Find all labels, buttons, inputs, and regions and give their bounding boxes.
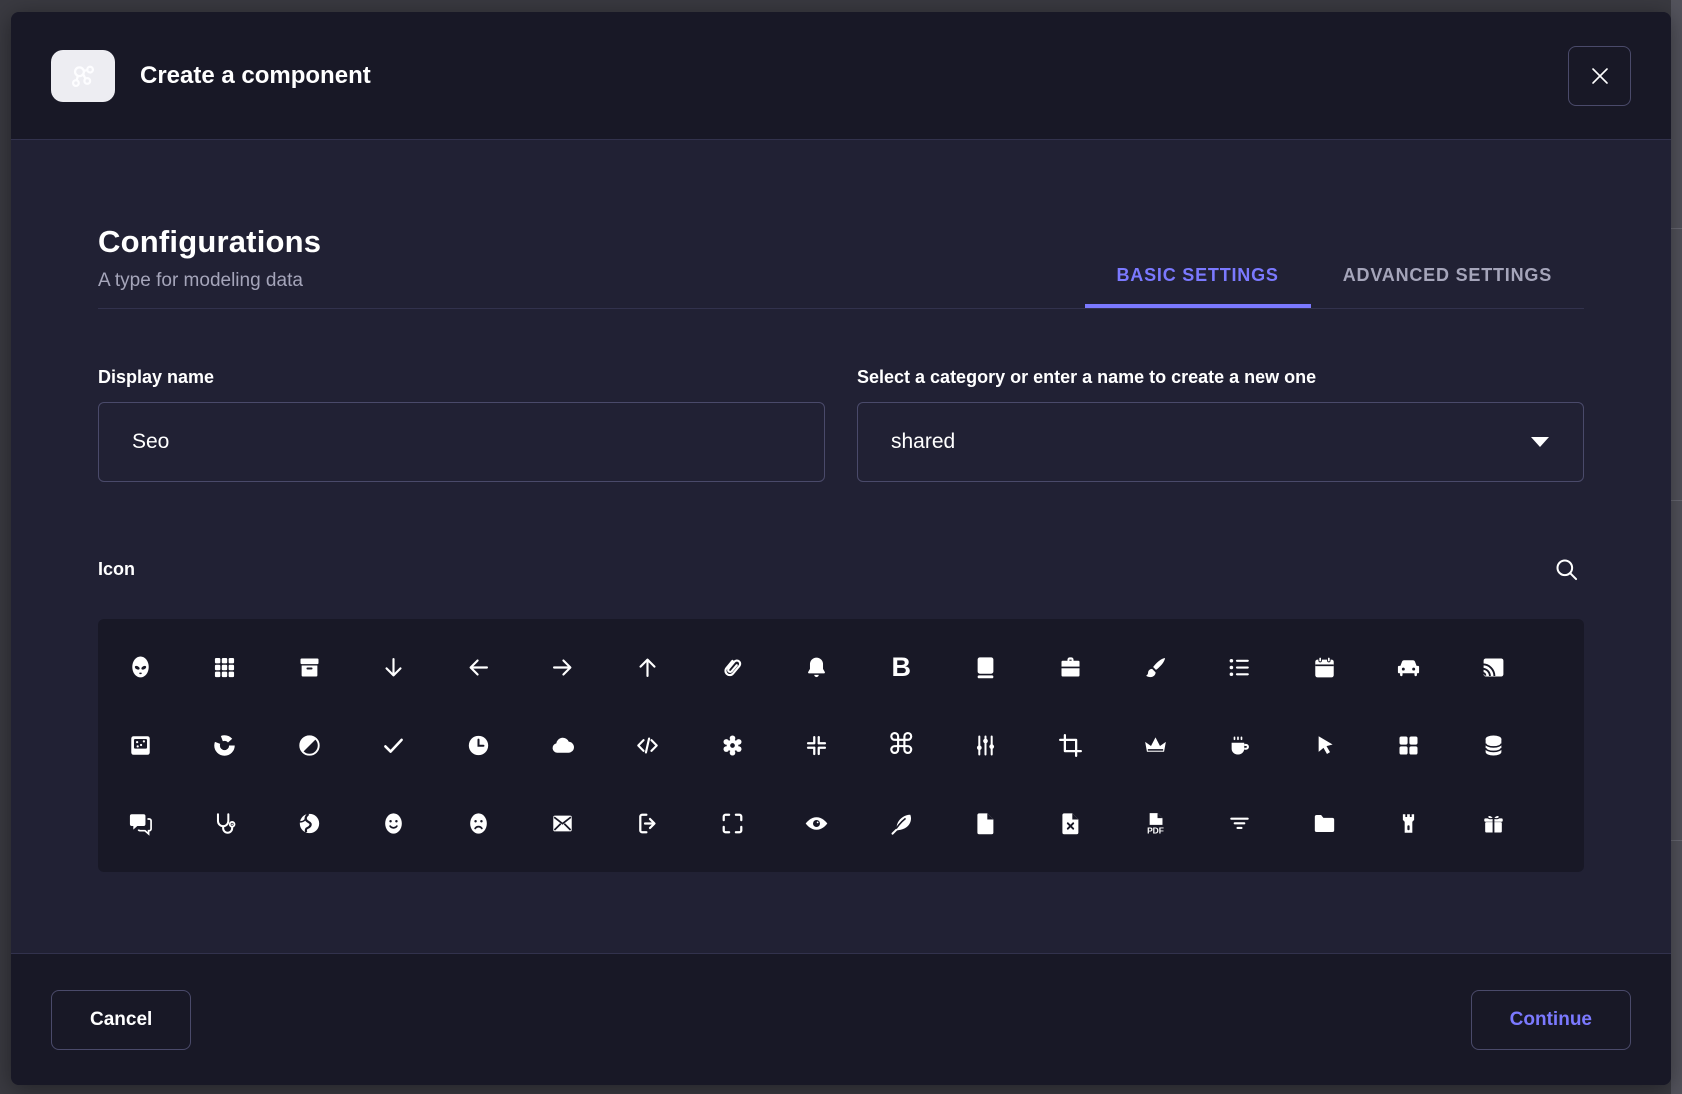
- arrow-right-icon[interactable]: [545, 650, 581, 686]
- caret-down-icon: [1530, 436, 1550, 448]
- page-subtitle: A type for modeling data: [98, 270, 321, 292]
- scrollbar-segment: [1671, 500, 1682, 501]
- clock-icon[interactable]: [460, 727, 496, 763]
- code-icon[interactable]: [630, 727, 666, 763]
- cursor-icon[interactable]: [1306, 727, 1342, 763]
- tab-basic-settings[interactable]: BASIC SETTINGS: [1085, 265, 1311, 308]
- database-icon[interactable]: [1475, 727, 1511, 763]
- section-titles: Configurations A type for modeling data: [98, 224, 321, 308]
- apps-icon[interactable]: [207, 650, 243, 686]
- dialog-title: Create a component: [140, 62, 371, 90]
- cancel-button[interactable]: Cancel: [51, 990, 191, 1050]
- create-component-dialog: Create a component Configurations A type…: [11, 12, 1671, 1085]
- page-scrollbar[interactable]: [1671, 0, 1682, 1094]
- dialog-header: Create a component: [11, 12, 1671, 140]
- bell-icon[interactable]: [799, 650, 835, 686]
- crown-icon[interactable]: [1137, 727, 1173, 763]
- display-name-field-group: Display name: [98, 367, 825, 482]
- emotion-unhappy-icon[interactable]: [460, 805, 496, 841]
- chart-pie-icon[interactable]: [291, 727, 327, 763]
- icon-label: Icon: [98, 559, 135, 580]
- filter-icon[interactable]: [1222, 805, 1258, 841]
- file-error-icon[interactable]: [1052, 805, 1088, 841]
- category-field-group: Select a category or enter a name to cre…: [857, 367, 1584, 482]
- dashboard-icon[interactable]: [1391, 727, 1427, 763]
- emotion-happy-icon[interactable]: [376, 805, 412, 841]
- cog-icon[interactable]: [714, 727, 750, 763]
- arrow-up-icon[interactable]: [630, 650, 666, 686]
- briefcase-icon[interactable]: [1052, 650, 1088, 686]
- command-icon[interactable]: ⌘: [883, 727, 919, 763]
- fortress-icon[interactable]: [1391, 805, 1427, 841]
- cloud-icon[interactable]: [545, 727, 581, 763]
- earth-icon[interactable]: [291, 805, 327, 841]
- alien-icon[interactable]: [122, 650, 158, 686]
- icon-search-button[interactable]: [1549, 552, 1584, 587]
- check-icon[interactable]: [376, 727, 412, 763]
- category-select[interactable]: shared: [857, 402, 1584, 482]
- svg-text:PDF: PDF: [1147, 825, 1164, 835]
- component-icon: [51, 50, 115, 102]
- tab-advanced-settings[interactable]: ADVANCED SETTINGS: [1311, 265, 1584, 308]
- section-head: Configurations A type for modeling data …: [98, 224, 1584, 309]
- chart-circle-icon[interactable]: [207, 727, 243, 763]
- folder-icon[interactable]: [1306, 805, 1342, 841]
- display-name-label: Display name: [98, 367, 825, 388]
- calendar-icon[interactable]: [1306, 650, 1342, 686]
- icon-section-head: Icon: [98, 552, 1584, 587]
- connector-icon[interactable]: [968, 727, 1004, 763]
- settings-tabs: BASIC SETTINGS ADVANCED SETTINGS: [1085, 265, 1585, 308]
- collapse-icon[interactable]: [799, 727, 835, 763]
- close-button[interactable]: [1568, 46, 1631, 106]
- expand-icon[interactable]: [714, 805, 750, 841]
- file-pdf-icon[interactable]: PDF: [1137, 805, 1173, 841]
- bold-icon[interactable]: B: [883, 650, 919, 686]
- feather-icon[interactable]: [883, 805, 919, 841]
- bullet-list-icon[interactable]: [1222, 650, 1258, 686]
- close-icon: [1588, 64, 1612, 88]
- scrollbar-segment: [1671, 228, 1682, 229]
- icon-picker-grid: B ⌘ PDF: [98, 619, 1584, 872]
- form-row: Display name Select a category or enter …: [98, 367, 1584, 482]
- book-icon[interactable]: [968, 650, 1004, 686]
- scrollbar-segment: [1671, 840, 1682, 841]
- category-label: Select a category or enter a name to cre…: [857, 367, 1584, 388]
- chart-bubble-icon[interactable]: [122, 727, 158, 763]
- file-icon[interactable]: [968, 805, 1004, 841]
- arrow-down-icon[interactable]: [376, 650, 412, 686]
- arrow-left-icon[interactable]: [460, 650, 496, 686]
- display-name-input[interactable]: [98, 402, 825, 482]
- car-icon[interactable]: [1391, 650, 1427, 686]
- gift-icon[interactable]: [1475, 805, 1511, 841]
- exit-icon[interactable]: [630, 805, 666, 841]
- envelop-icon[interactable]: [545, 805, 581, 841]
- archive-icon[interactable]: [291, 650, 327, 686]
- cast-icon[interactable]: [1475, 650, 1511, 686]
- dialog-body: Configurations A type for modeling data …: [11, 140, 1671, 953]
- brush-icon[interactable]: [1137, 650, 1173, 686]
- continue-button[interactable]: Continue: [1471, 990, 1631, 1050]
- eye-icon[interactable]: [799, 805, 835, 841]
- crop-icon[interactable]: [1052, 727, 1088, 763]
- doctor-icon[interactable]: [207, 805, 243, 841]
- discuss-icon[interactable]: [122, 805, 158, 841]
- search-icon: [1553, 556, 1580, 583]
- category-selected-value: shared: [891, 430, 955, 454]
- dialog-footer: Cancel Continue: [11, 953, 1671, 1085]
- page-title: Configurations: [98, 224, 321, 260]
- cup-icon[interactable]: [1222, 727, 1258, 763]
- attachment-icon[interactable]: [714, 650, 750, 686]
